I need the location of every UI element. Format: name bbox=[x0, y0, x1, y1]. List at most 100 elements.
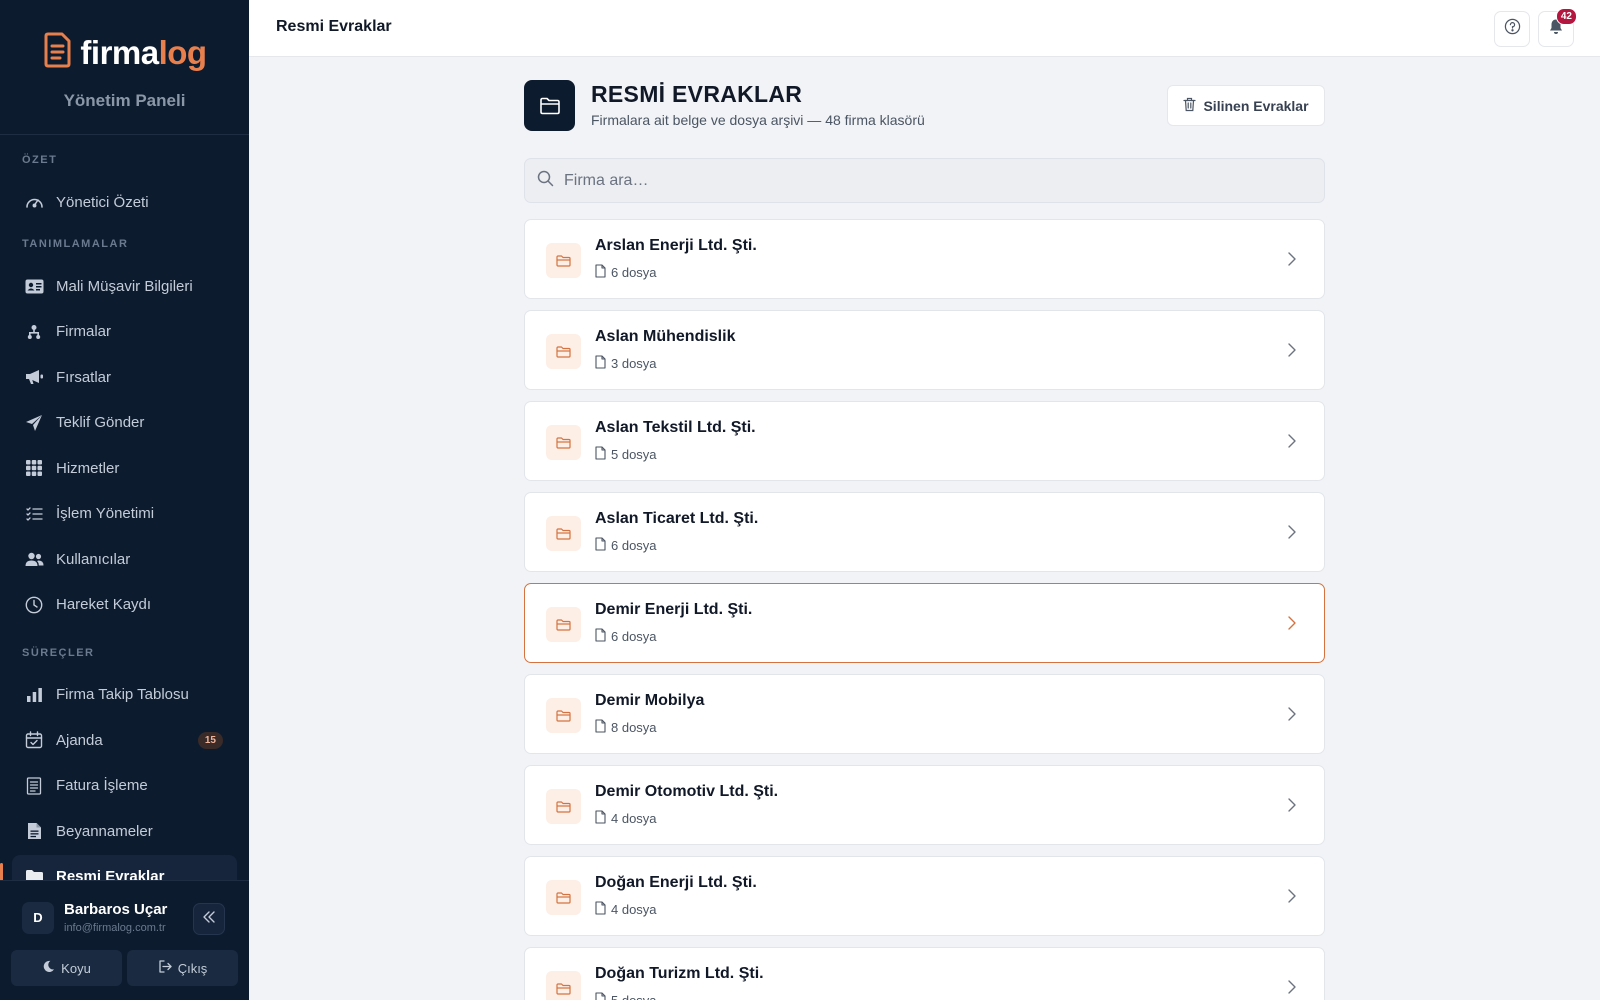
sidebar-item-label: Hizmetler bbox=[56, 459, 120, 477]
file-icon bbox=[595, 901, 606, 918]
search-icon bbox=[537, 170, 554, 192]
sidebar-item-teklif-gönder[interactable]: Teklif Gönder bbox=[12, 401, 237, 445]
sidebar-item-mali-müşavir-bilgileri[interactable]: Mali Müşavir Bilgileri bbox=[12, 264, 237, 308]
file-count-label: 4 dosya bbox=[611, 811, 657, 826]
sidebar-item-i-şlem-yönetimi[interactable]: İşlem Yönetimi bbox=[12, 492, 237, 536]
sidebar-item-kullanıcılar[interactable]: Kullanıcılar bbox=[12, 537, 237, 581]
company-folder-row[interactable]: Doğan Turizm Ltd. Şti. 5 dosya bbox=[524, 947, 1325, 1000]
folder-icon bbox=[546, 789, 581, 824]
logo-text-log: log bbox=[158, 33, 207, 71]
company-folder-row[interactable]: Aslan Tekstil Ltd. Şti. 5 dosya bbox=[524, 401, 1325, 481]
company-folder-row[interactable]: Doğan Enerji Ltd. Şti. 4 dosya bbox=[524, 856, 1325, 936]
folder-icon bbox=[546, 516, 581, 551]
folder-icon bbox=[546, 425, 581, 460]
file-icon bbox=[595, 992, 606, 1000]
company-folder-row[interactable]: Demir Otomotiv Ltd. Şti. 4 dosya bbox=[524, 765, 1325, 845]
sidebar-item-label: Ajanda bbox=[56, 731, 103, 749]
users-icon bbox=[24, 549, 44, 569]
sidebar-item-fatura-i-şleme[interactable]: Fatura İşleme bbox=[12, 764, 237, 808]
list-icon bbox=[24, 504, 44, 524]
file-count-label: 6 dosya bbox=[611, 629, 657, 644]
deleted-documents-button[interactable]: Silinen Evraklar bbox=[1167, 85, 1325, 126]
logout-button[interactable]: Çıkış bbox=[127, 950, 238, 986]
page-title: RESMİ EVRAKLAR bbox=[591, 81, 803, 107]
folder-icon bbox=[546, 243, 581, 278]
sidebar-item-firmalar[interactable]: Firmalar bbox=[12, 310, 237, 354]
company-folder-row[interactable]: Demir Enerji Ltd. Şti. 6 dosya bbox=[524, 583, 1325, 663]
sidebar-item-ajanda[interactable]: Ajanda 15 bbox=[12, 718, 237, 762]
section-label: ÖZET bbox=[22, 154, 58, 166]
main-content: RESMİ EVRAKLAR Firmalara ait belge ve do… bbox=[524, 80, 1325, 1000]
help-icon bbox=[1504, 18, 1521, 40]
help-button[interactable] bbox=[1494, 11, 1530, 47]
folder-icon bbox=[546, 971, 581, 1000]
sidebar-item-yönetici-özeti[interactable]: Yönetici Özeti bbox=[12, 180, 237, 224]
page-subtitle: Firmalara ait belge ve dosya arşivi — 48… bbox=[591, 112, 925, 128]
notifications-button[interactable]: 42 bbox=[1538, 8, 1577, 47]
sidebar-item-label: Yönetici Özeti bbox=[56, 193, 149, 211]
file-count-label: 8 dosya bbox=[611, 720, 657, 735]
sidebar-item-label: Fırsatlar bbox=[56, 368, 112, 386]
company-folder-list: Arslan Enerji Ltd. Şti. 6 dosya Aslan Mühe… bbox=[524, 219, 1325, 1000]
sidebar-item-fırsatlar[interactable]: Fırsatlar bbox=[12, 355, 237, 399]
bar-chart-icon bbox=[24, 685, 44, 705]
company-name: Demir Otomotiv Ltd. Şti. bbox=[595, 783, 779, 800]
section-label: TANIMLAMALAR bbox=[22, 238, 129, 250]
topbar-title: Resmi Evraklar bbox=[276, 18, 392, 35]
sidebar-item-label: Firmalar bbox=[56, 323, 111, 340]
sidebar-item-beyannameler[interactable]: Beyannameler bbox=[12, 809, 237, 853]
dark-theme-button[interactable]: Koyu bbox=[11, 950, 122, 986]
file-count: 8 dosya bbox=[595, 719, 657, 736]
company-name: Aslan Mühendislik bbox=[595, 328, 736, 345]
file-count-label: 3 dosya bbox=[611, 356, 657, 371]
file-icon bbox=[595, 537, 606, 554]
user-email: info@firmalog.com.tr bbox=[64, 922, 166, 934]
chevron-right-icon bbox=[1282, 795, 1302, 815]
chevron-right-icon bbox=[1282, 431, 1302, 451]
sidebar-item-firma-takip-tablosu[interactable]: Firma Takip Tablosu bbox=[12, 673, 237, 717]
chevron-right-icon bbox=[1282, 340, 1302, 360]
file-count-label: 5 dosya bbox=[611, 447, 657, 462]
double-chevron-left-icon bbox=[202, 910, 216, 929]
sidebar-item-label: Hareket Kaydı bbox=[56, 596, 152, 613]
company-folder-row[interactable]: Aslan Mühendislik 3 dosya bbox=[524, 310, 1325, 390]
folder-icon bbox=[546, 334, 581, 369]
user-name: Barbaros Uçar bbox=[64, 901, 168, 918]
sidebar-item-label: Firma Takip Tablosu bbox=[56, 686, 189, 703]
trash-icon bbox=[1183, 97, 1197, 115]
file-count: 6 dosya bbox=[595, 264, 657, 281]
section-label: SÜREÇLER bbox=[22, 646, 95, 659]
sidebar-item-hizmetler[interactable]: Hizmetler bbox=[12, 446, 237, 490]
company-name: Demir Mobilya bbox=[595, 692, 705, 709]
file-count: 6 dosya bbox=[595, 537, 657, 554]
company-folder-row[interactable]: Arslan Enerji Ltd. Şti. 6 dosya bbox=[524, 219, 1325, 299]
sidebar-item-label: Kullanıcılar bbox=[56, 550, 131, 568]
topbar: Resmi Evraklar 42 bbox=[249, 0, 1600, 57]
file-count-label: 6 dosya bbox=[611, 265, 657, 280]
sitemap-icon bbox=[24, 322, 44, 342]
chevron-right-icon bbox=[1282, 522, 1302, 542]
company-search bbox=[524, 158, 1325, 203]
file-text-icon bbox=[24, 821, 44, 841]
file-count: 5 dosya bbox=[595, 446, 657, 463]
megaphone-icon bbox=[24, 367, 44, 387]
file-icon bbox=[595, 264, 606, 281]
file-count-label: 6 dosya bbox=[611, 538, 657, 553]
file-count-label: 4 dosya bbox=[611, 902, 657, 917]
count-badge: 15 bbox=[197, 731, 223, 749]
logo[interactable]: firmalog bbox=[42, 32, 207, 73]
calendar-check-icon bbox=[24, 730, 44, 750]
company-folder-row[interactable]: Demir Mobilya 8 dosya bbox=[524, 674, 1325, 754]
company-name: Demir Enerji Ltd. Şti. bbox=[595, 601, 753, 618]
chevron-right-icon bbox=[1282, 704, 1302, 724]
page-header: RESMİ EVRAKLAR Firmalara ait belge ve do… bbox=[524, 80, 1325, 132]
file-icon bbox=[595, 810, 606, 827]
search-input[interactable] bbox=[564, 171, 1264, 190]
collapse-sidebar-button[interactable] bbox=[193, 903, 225, 935]
company-folder-row[interactable]: Aslan Ticaret Ltd. Şti. 6 dosya bbox=[524, 492, 1325, 572]
sidebar-item-hareket-kaydı[interactable]: Hareket Kaydı bbox=[12, 583, 237, 627]
moon-icon bbox=[42, 960, 55, 976]
brand: firmalog Yönetim Paneli bbox=[0, 0, 249, 135]
id-card-icon bbox=[24, 276, 44, 296]
paper-plane-icon bbox=[24, 413, 44, 433]
